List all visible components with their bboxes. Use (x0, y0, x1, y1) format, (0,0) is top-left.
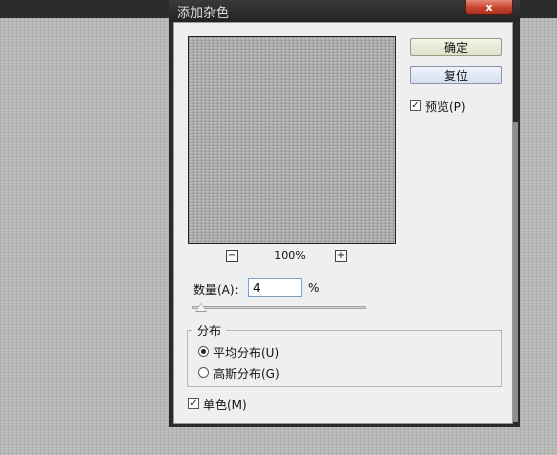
checkmark-icon: ✓ (411, 100, 420, 111)
zoom-in-button[interactable]: + (335, 250, 347, 262)
amount-unit: % (308, 281, 320, 295)
radio-gaussian[interactable] (198, 367, 209, 378)
zoom-level: 100% (274, 249, 306, 262)
minus-icon: − (227, 250, 237, 261)
radio-uniform-label: 平均分布(U) (213, 346, 280, 360)
distribution-title: 分布 (192, 322, 227, 339)
monochrome-label: 单色(M) (203, 398, 247, 412)
preview-label: 预览(P) (425, 100, 466, 114)
dialog-titlebar[interactable]: 添加杂色 x (169, 0, 520, 22)
dialog-edge (513, 122, 518, 422)
preview-checkbox[interactable]: ✓ (410, 100, 421, 111)
zoom-out-button[interactable]: − (226, 250, 238, 262)
radio-gaussian-label: 高斯分布(G) (213, 367, 280, 381)
close-button[interactable]: x (465, 0, 513, 15)
amount-slider-thumb[interactable] (194, 303, 207, 312)
radio-uniform[interactable] (198, 346, 209, 357)
dialog-title: 添加杂色 (177, 6, 230, 21)
amount-input[interactable] (248, 278, 302, 297)
add-noise-dialog: 添加杂色 x − 100% + 确定 复位 ✓ 预览(P) 数量(A): % 分… (169, 0, 520, 427)
amount-label: 数量(A): (193, 283, 239, 297)
dialog-body: − 100% + 确定 复位 ✓ 预览(P) 数量(A): % 分布 平均分布(… (173, 22, 513, 424)
ok-button[interactable]: 确定 (410, 38, 502, 56)
checkmark-icon: ✓ (189, 398, 198, 409)
filter-preview[interactable] (188, 36, 396, 244)
monochrome-checkbox[interactable]: ✓ (188, 398, 199, 409)
plus-icon: + (336, 250, 346, 261)
amount-slider-track[interactable] (192, 306, 366, 309)
reset-button[interactable]: 复位 (410, 66, 502, 84)
close-icon: x (485, 0, 493, 14)
